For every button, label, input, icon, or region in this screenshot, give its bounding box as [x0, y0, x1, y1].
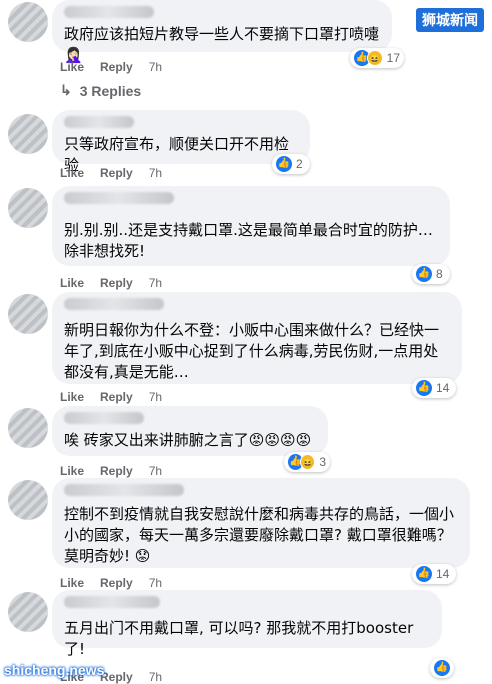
comment-bubble: 只等政府宣布，顺便关口开不用检验 — [52, 110, 310, 174]
comment-bubble: 五月出门不用戴口罩, 可以吗? 那我就不用打booster 了! — [52, 590, 442, 658]
reaction-count: 14 — [436, 381, 450, 395]
replies-label: 3 Replies — [79, 82, 142, 99]
like-button[interactable]: Like — [60, 576, 84, 590]
reply-button[interactable]: Reply — [100, 670, 133, 684]
timestamp[interactable]: 7h — [149, 390, 162, 404]
comment-bubble: 唉 砖家又出来讲肺腑之言了😡😡😡😡 — [52, 406, 328, 456]
avatar[interactable] — [8, 592, 48, 632]
reply-button[interactable]: Reply — [100, 276, 133, 290]
reply-button[interactable]: Reply — [100, 166, 133, 180]
reaction-summary[interactable]: 👍 14 — [412, 564, 456, 584]
comment-bubble: 控制不到疫情就自我安慰說什麼和病毒共存的鳥話，一個小小的國家，每天一萬多宗還要廢… — [52, 478, 470, 568]
timestamp[interactable]: 7h — [149, 670, 162, 684]
haha-face-icon: 😆 — [366, 50, 383, 66]
comment-actions: Like Reply 7h — [60, 576, 178, 590]
reply-button[interactable]: Reply — [100, 464, 133, 478]
reply-button[interactable]: Reply — [100, 60, 133, 74]
reaction-summary[interactable]: 👍 2 — [272, 154, 310, 174]
author-name-blurred[interactable] — [64, 116, 134, 128]
watermark-top: 狮城新闻 — [416, 8, 484, 32]
haha-face-icon: 😆 — [300, 454, 316, 470]
timestamp[interactable]: 7h — [149, 576, 162, 590]
author-name-blurred[interactable] — [64, 412, 144, 424]
watermark-bottom: shicheng.news — [4, 662, 105, 678]
comment-actions: Like Reply 7h — [60, 390, 178, 404]
reaction-summary[interactable]: 👍 — [430, 658, 454, 678]
comment-actions: Like Reply 7h — [60, 276, 178, 290]
like-thumb-icon: 👍 — [416, 566, 432, 582]
reply-button[interactable]: Reply — [100, 390, 133, 404]
reaction-count: 2 — [296, 157, 303, 171]
avatar[interactable] — [8, 2, 48, 42]
like-button[interactable]: Like — [60, 390, 84, 404]
like-thumb-icon: 👍 — [416, 380, 432, 396]
comment-text: 唉 砖家又出来讲肺腑之言了😡😡😡😡 — [64, 431, 312, 449]
reaction-summary[interactable]: 👍 8 — [412, 264, 450, 284]
view-replies-link[interactable]: ↳ 3 Replies — [60, 82, 141, 99]
author-name-blurred[interactable] — [64, 6, 154, 18]
like-thumb-icon: 👍 — [416, 266, 432, 282]
like-thumb-icon: 👍 — [434, 660, 450, 676]
timestamp[interactable]: 7h — [149, 166, 162, 180]
like-button[interactable]: Like — [60, 60, 84, 74]
like-button[interactable]: Like — [60, 166, 84, 180]
comment-actions: Like Reply 7h — [60, 464, 178, 478]
comment-bubble: 新明日報你为什么不登：小贩中心围来做什么？已经快一年了,到底在小贩中心捉到了什么… — [52, 292, 462, 384]
avatar[interactable] — [8, 294, 48, 334]
reaction-count: 3 — [319, 455, 326, 469]
reaction-summary[interactable]: 👍 😆 3 — [284, 452, 330, 472]
comment-text: 五月出门不用戴口罩, 可以吗? 那我就不用打booster 了! — [64, 619, 414, 658]
author-name-blurred[interactable] — [64, 596, 160, 608]
comment-bubble: 政府应该拍短片教导一些人不要摘下口罩打喷嚏🤦🏻‍♀️ — [52, 0, 392, 64]
reaction-count: 17 — [386, 51, 400, 65]
avatar[interactable] — [8, 114, 48, 154]
author-name-blurred[interactable] — [64, 484, 184, 496]
reply-button[interactable]: Reply — [100, 576, 133, 590]
comment-text: 别.别.别..还是支持戴口罩.这是最简单最合时宜的防护…除非想找死! — [64, 221, 433, 260]
comment-actions: Like Reply 7h — [60, 60, 178, 74]
reply-arrow-icon: ↳ — [60, 82, 72, 98]
author-name-blurred[interactable] — [64, 192, 174, 204]
like-thumb-icon: 👍 — [276, 156, 292, 172]
reaction-summary[interactable]: 👍 14 — [412, 378, 456, 398]
avatar[interactable] — [8, 188, 48, 228]
comment-text: 新明日報你为什么不登：小贩中心围来做什么？已经快一年了,到底在小贩中心捉到了什么… — [64, 321, 440, 381]
like-button[interactable]: Like — [60, 276, 84, 290]
reaction-summary[interactable]: 👍 😆 17 — [350, 48, 404, 68]
timestamp[interactable]: 7h — [149, 464, 162, 478]
comment-bubble: 别.别.别..还是支持戴口罩.这是最简单最合时宜的防护…除非想找死! — [52, 186, 450, 266]
author-name-blurred[interactable] — [64, 298, 164, 310]
avatar[interactable] — [8, 408, 48, 448]
like-button[interactable]: Like — [60, 464, 84, 478]
comment-actions: Like Reply 7h — [60, 166, 178, 180]
reaction-count: 14 — [436, 567, 450, 581]
comment-text: 控制不到疫情就自我安慰說什麼和病毒共存的鳥話，一個小小的國家，每天一萬多宗還要廢… — [64, 505, 455, 565]
avatar[interactable] — [8, 480, 48, 520]
timestamp[interactable]: 7h — [149, 276, 162, 290]
reaction-count: 8 — [436, 267, 443, 281]
timestamp[interactable]: 7h — [149, 60, 162, 74]
